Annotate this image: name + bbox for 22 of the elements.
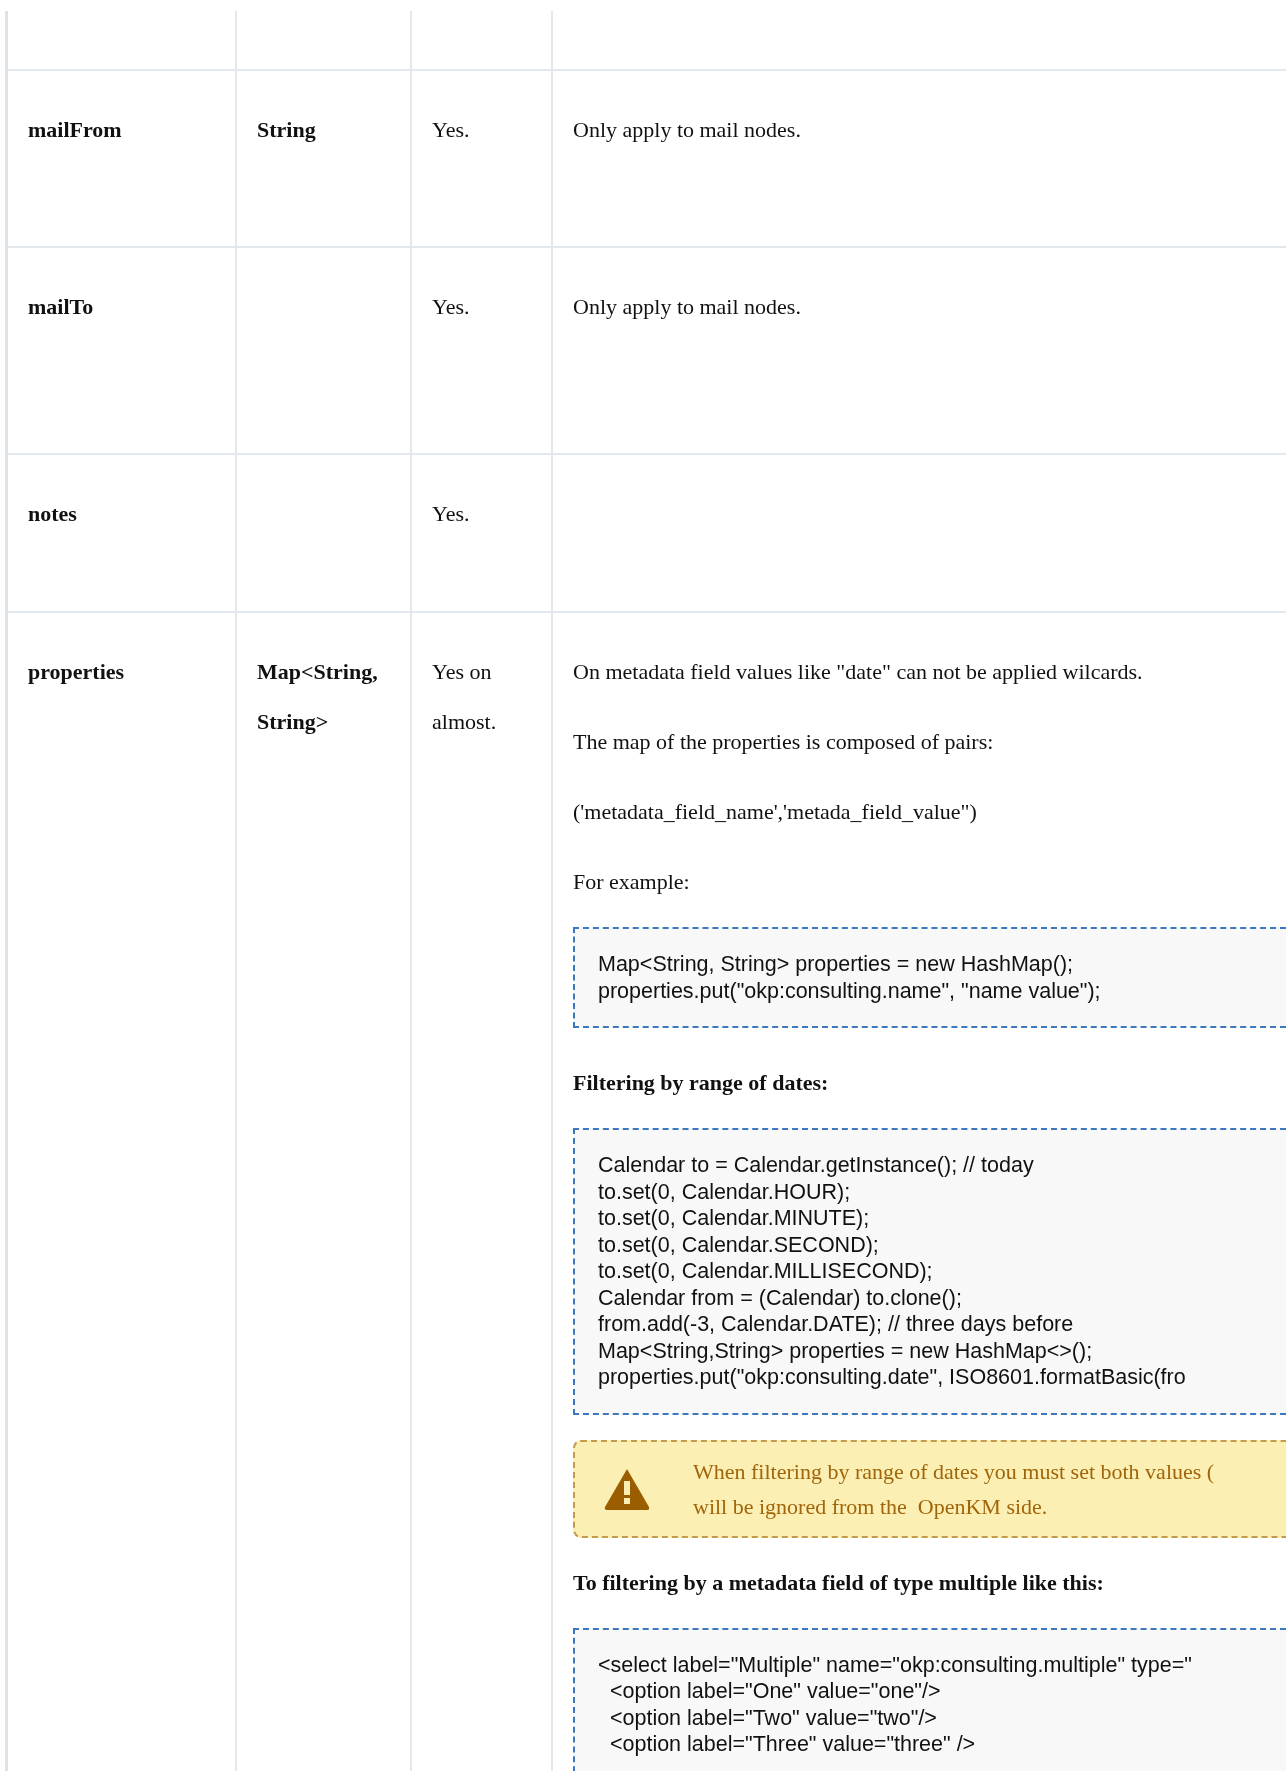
description-text: The map of the properties is composed of pairs:	[573, 728, 995, 756]
description-text: ('metadata_field_name','metada_field_value")	[573, 798, 978, 826]
required-value: Yes.	[432, 116, 471, 144]
parameter-name: properties	[28, 658, 126, 686]
parameter-name: notes	[28, 500, 78, 528]
section-heading: To filtering by a metadata field of type multiple like this:	[573, 1568, 1105, 1597]
parameter-type: String	[257, 116, 317, 144]
code-block: Calendar to = Calendar.getInstance(); // today to.set(0, Calendar.HOUR); to.set(0, Calendar.MINUTE); to.set(0, Calendar.SECOND); to.set(0, Calendar.MILLISECOND); Calendar from = (Calendar) to.clone(); from.add(-3, Calendar.DATE); // three days before Map<String,String> properties = new HashMap<>(); properties.put("okp:consulting.date", ISO8601.formatBasic(fro	[573, 1128, 1286, 1415]
parameter-name: mailFrom	[28, 116, 123, 144]
warning-text: When filtering by range of dates you must set both values ( will be ignored from the OpenKM side.	[693, 1457, 1215, 1521]
required-value: Yes on almost.	[432, 658, 498, 736]
required-value: Yes.	[432, 293, 471, 321]
description-text: Only apply to mail nodes.	[573, 293, 802, 321]
parameter-type: Map<String, String>	[257, 658, 379, 736]
required-value: Yes.	[432, 500, 471, 528]
description-text: Only apply to mail nodes.	[573, 116, 802, 144]
code-block: <select label="Multiple" name="okp:consulting.multiple" type=" <option label="One" value="one"/> <option label="Two" value="two"/> <option label="Three" value="three" />	[573, 1627, 1286, 1771]
parameter-name: mailTo	[28, 293, 95, 321]
section-heading: Filtering by range of dates:	[573, 1069, 830, 1097]
description-text: On metadata field values like "date" can not be applied wilcards.	[573, 658, 1144, 686]
description-text: For example:	[573, 868, 691, 896]
code-block: Map<String, String> properties = new HashMap(); properties.put("okp:consulting.name", "name value");	[573, 927, 1286, 1028]
